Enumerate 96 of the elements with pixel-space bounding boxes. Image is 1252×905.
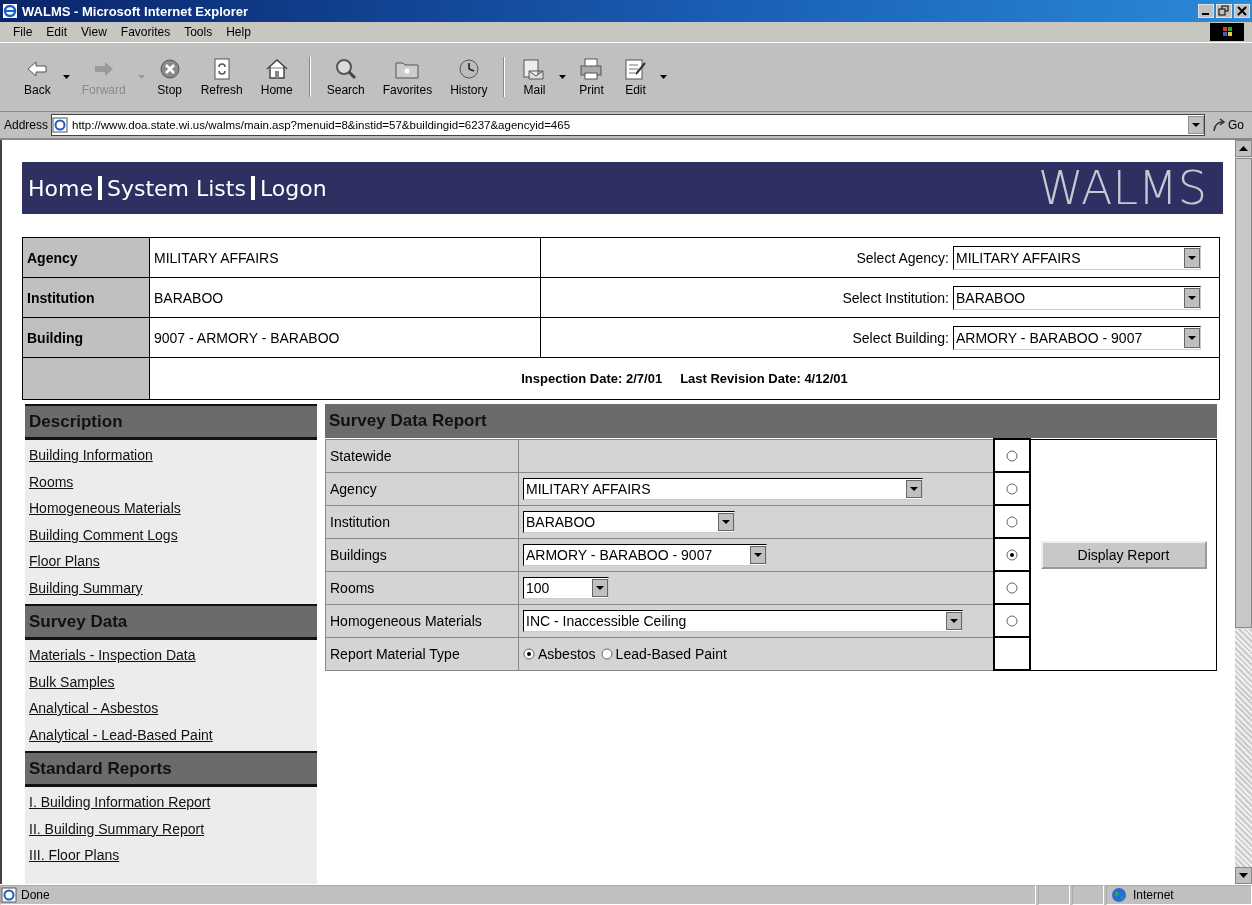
date-text: Inspection Date: 2/7/01 [521,371,663,386]
menu-item[interactable]: Tools [181,25,216,39]
option-label: Asbestos [538,645,596,662]
field-label: Institution [330,513,390,530]
menu-item[interactable]: Help [223,25,254,39]
globe-icon [1111,887,1127,903]
date-text: Last Revision Date: 4/12/01 [680,371,848,386]
browser-logo-icon [2,3,18,19]
field-label: Building [27,329,83,346]
sidebar-link[interactable]: Materials - Inspection Data [29,643,317,670]
toolbar-button[interactable]: Edit [616,55,655,99]
sidebar-link[interactable]: III. Floor Plans [29,843,317,870]
dropdown-field[interactable]: 100 [523,576,609,599]
toolbar-button[interactable]: Favorites [376,55,439,99]
radio-button[interactable] [1006,548,1018,561]
sidebar-link[interactable]: Analytical - Lead-Based Paint [29,722,317,749]
toolbar-button[interactable]: Stop [150,55,189,99]
toolbar-button[interactable]: Home [254,55,299,99]
address-field[interactable]: http://www.doa.state.wi.us/walms/main.asp?menuid=8&instid=57&buildingid=6237&agencyid=465 [51,114,1205,136]
field-label: Agency [330,480,377,497]
menu-item[interactable]: File [10,25,36,39]
scroll-thumb[interactable] [1235,158,1252,628]
radio-button[interactable] [1006,614,1018,627]
section-heading: Survey Data [25,604,317,640]
sidebar-link[interactable]: Building Comment Logs [29,522,317,549]
select-label: Select Building: [852,329,949,346]
dropdown-field[interactable]: ARMORY - BARABOO - 9007 [523,543,767,566]
page-icon [52,117,69,133]
toolbar-button[interactable]: Mail [515,55,554,99]
field-label: Agency [27,249,78,266]
dropdown-caret-icon[interactable] [62,75,70,79]
nav-link[interactable]: Logon [259,175,327,201]
go-arrow-icon [1212,118,1226,132]
printer-icon [578,57,605,81]
dropdown-field[interactable]: INC - Inaccessible Ceiling [523,609,963,632]
field-label: Buildings [330,546,387,563]
sidebar-link[interactable]: Homogeneous Materials [29,496,317,523]
dropdown-arrow-icon [1188,116,1204,134]
window-title: WALMS - Microsoft Internet Explorer [22,3,250,19]
radio-button[interactable] [523,647,535,660]
dropdown-field[interactable]: BARABOO [523,510,735,533]
field-label: Homogeneous Materials [330,612,482,629]
windows-logo-icon [1210,23,1244,41]
dropdown-field[interactable]: MILITARY AFFAIRS [523,477,923,500]
logo-text: WALMS [1038,161,1207,215]
dropdown-field[interactable]: BARABOO [953,285,1201,310]
select-label: Select Agency: [856,249,949,266]
sidebar-link[interactable]: Building Summary [29,575,317,602]
option-label: Lead-Based Paint [615,645,727,662]
toolbar-button[interactable]: Refresh [194,55,249,99]
sidebar-link[interactable]: Bulk Samples [29,669,317,696]
select-label: Select Institution: [842,289,949,306]
sidebar-link[interactable]: II. Building Summary Report [29,816,317,843]
section-heading: Standard Reports [25,751,317,787]
field-label: Institution [27,289,95,306]
nav-link[interactable]: Home [28,175,93,201]
sidebar-link[interactable]: I. Building Information Report [29,790,317,817]
restore-icon[interactable] [1216,4,1232,18]
go-button[interactable]: Go [1208,118,1248,132]
radio-button[interactable] [600,647,613,660]
minimize-icon[interactable] [1198,4,1214,18]
toolbar-button[interactable]: Back [18,55,57,99]
field-value: MILITARY AFFAIRS [154,249,279,266]
sidebar-link[interactable]: Rooms [29,469,317,496]
dropdown-field[interactable]: ARMORY - BARABOO - 9007 [953,325,1201,350]
vertical-scrollbar[interactable] [1235,140,1252,884]
field-label: Rooms [330,579,375,596]
sidebar-link[interactable]: Floor Plans [29,549,317,576]
menu-item[interactable]: View [78,25,110,39]
field-value: 9007 - ARMORY - BARABOO [154,329,340,346]
notepad-icon [622,57,649,81]
toolbar-button[interactable]: Print [572,55,611,99]
nav-link[interactable]: System Lists [106,175,246,201]
status-zone: Internet [1133,888,1174,902]
status-text: Done [21,888,50,902]
dropdown-caret-icon[interactable] [660,75,668,79]
sidebar-link[interactable]: Building Information [29,443,317,470]
toolbar-button[interactable]: Search [320,55,371,99]
section-heading: Description [25,404,317,440]
radio-button[interactable] [1006,581,1018,594]
display-report-button[interactable]: Display Report [1040,540,1207,569]
sidebar-link[interactable]: Analytical - Asbestos [29,696,317,723]
menu-item[interactable]: Favorites [117,25,174,39]
toolbar-button[interactable]: History [444,55,494,99]
radio-button[interactable] [1006,515,1018,528]
field-value: BARABOO [154,289,224,306]
dropdown-caret-icon[interactable] [559,75,567,79]
section-heading: Survey Data Report [325,404,1217,438]
address-label: Address [4,118,49,132]
field-label: Statewide [330,447,392,464]
radio-button[interactable] [1006,482,1018,495]
radio-button[interactable] [1006,449,1018,462]
field-label: Report Material Type [330,645,460,662]
close-icon[interactable] [1234,4,1250,18]
menu-item[interactable]: Edit [43,25,71,39]
dropdown-field[interactable]: MILITARY AFFAIRS [953,245,1201,270]
